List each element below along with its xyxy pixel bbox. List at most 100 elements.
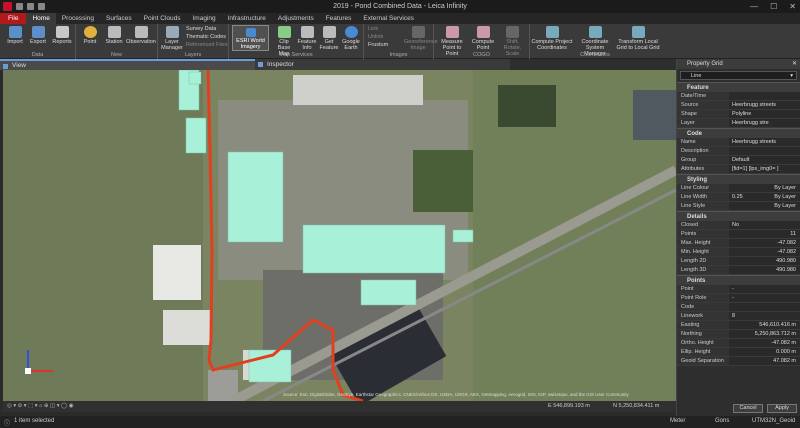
import-button[interactable]: Import	[6, 26, 24, 45]
units-selector[interactable]: Meter	[670, 418, 685, 424]
property-row: Ortho. Height -47.082 m	[677, 339, 800, 348]
minimize-button[interactable]: —	[750, 2, 758, 11]
esri-world-imagery-button[interactable]: ESRI World Imagery	[232, 25, 269, 51]
thematic-codes-button[interactable]: Thematic Codes	[186, 34, 226, 40]
section-styling[interactable]: Styling	[677, 174, 800, 184]
close-button[interactable]: ✕	[789, 2, 796, 11]
map-tools-icon[interactable]: ◎ ▾ ⊘ ▾ ⬚ ▾ ⌂ ⊕ ◫ ▾ ◯ ◉	[7, 403, 74, 409]
property-row: Easting 546,610.416 m	[677, 321, 800, 330]
section-code[interactable]: Code	[677, 128, 800, 138]
property-row: Ellip. Height 0.000 m	[677, 348, 800, 357]
tab-inspector[interactable]: Inspector	[255, 59, 510, 70]
property-row: Shape Polyline	[677, 110, 800, 119]
tab-surfaces[interactable]: Surfaces	[100, 13, 138, 24]
google-earth-button[interactable]: Google Earth	[340, 26, 362, 51]
tab-features[interactable]: Features	[320, 13, 358, 24]
group-layers: Layer Manager Survey Data Thematic Codes…	[158, 24, 229, 59]
feature-info-button[interactable]: Feature Info	[297, 26, 317, 51]
tab-infrastructure[interactable]: Infrastructure	[222, 13, 272, 24]
observation-icon	[134, 26, 148, 38]
property-row: Line Style By Layer	[677, 202, 800, 211]
coordinates-icon	[545, 26, 559, 38]
easting-readout: E 546,899.193 m	[548, 403, 590, 409]
link-button[interactable]: Link	[368, 26, 378, 32]
group-data: Import Export Reports Data	[0, 24, 76, 59]
aerial-imagery	[3, 70, 676, 401]
info-icon	[300, 26, 314, 38]
property-row: Linework 8	[677, 312, 800, 321]
station-icon	[107, 26, 121, 38]
info-icon: ⓘ	[4, 421, 11, 427]
clip-icon	[277, 26, 291, 38]
measure-icon	[445, 26, 459, 38]
angle-units-selector[interactable]: Gons	[715, 418, 729, 424]
tab-adjustments[interactable]: Adjustments	[272, 13, 320, 24]
map-status-bar: ◎ ▾ ⊘ ▾ ⬚ ▾ ⌂ ⊕ ◫ ▾ ◯ ◉ Source: Esri, Di…	[3, 392, 676, 412]
view-icon	[3, 64, 8, 69]
property-row: Line Width 0.25 By Layer	[677, 193, 800, 202]
globe-icon	[245, 28, 256, 37]
property-grid-title: Property Grid ✕	[677, 59, 800, 69]
reports-button[interactable]: Reports	[52, 26, 72, 45]
georeference-image-button[interactable]: Georeference Image	[404, 26, 438, 51]
inspector-icon	[258, 62, 263, 67]
property-row: Source Heerbrugg streets	[677, 101, 800, 110]
property-row: Line Colour By Layer	[677, 184, 800, 193]
selection-count: 1 item selected	[14, 418, 55, 424]
referenced-files-button[interactable]: Referenced Files	[186, 42, 228, 48]
property-row: Max. Height -47.082	[677, 239, 800, 248]
compute-point-button[interactable]: Compute Point	[470, 26, 496, 51]
property-row: Code	[677, 303, 800, 312]
export-button[interactable]: Export	[29, 26, 47, 45]
frustum-button[interactable]: Frustum	[368, 42, 388, 48]
map-attribution: Source: Esri, DigitalGlobe, GeoEye, Eart…	[283, 392, 629, 397]
property-row: Point Role -	[677, 294, 800, 303]
section-details[interactable]: Details	[677, 211, 800, 221]
section-points[interactable]: Points	[677, 275, 800, 285]
property-grid: Property Grid ✕ Line ▾ Feature Date/Time S…	[676, 59, 800, 416]
group-map-services: ESRI World Imagery Clip Base Map Feature…	[229, 24, 364, 59]
title-bar: 2019 - Pond Combined Data - Leica Infini…	[0, 0, 800, 13]
tab-view[interactable]: View	[0, 59, 255, 70]
ribbon: Import Export Reports Data Point Station…	[0, 24, 800, 59]
point-button[interactable]: Point	[80, 26, 100, 45]
view-tabs: View Inspector	[0, 59, 676, 70]
unlink-button[interactable]: Unlink	[368, 34, 383, 40]
survey-data-button[interactable]: Survey Data	[186, 26, 216, 32]
maximize-button[interactable]: ☐	[770, 2, 777, 11]
station-button[interactable]: Station	[103, 26, 125, 45]
layer-manager-button[interactable]: Layer Manager	[161, 26, 183, 51]
tab-imaging[interactable]: Imaging	[187, 13, 222, 24]
group-new: Point Station Observation New	[76, 24, 158, 59]
transform-grid-button[interactable]: Transform Local Grid to Local Grid	[616, 26, 660, 51]
compute-icon	[476, 26, 490, 38]
import-icon	[8, 26, 22, 38]
get-feature-button[interactable]: Get Feature	[319, 26, 339, 51]
export-icon	[31, 26, 45, 38]
point-icon	[83, 26, 97, 38]
group-cogo: Measure Point to Point Compute Point Shi…	[434, 24, 530, 59]
tab-processing[interactable]: Processing	[56, 13, 100, 24]
tab-external-services[interactable]: External Services	[357, 13, 420, 24]
property-row: Group Default	[677, 156, 800, 165]
tab-point-clouds[interactable]: Point Clouds	[138, 13, 187, 24]
group-coordinates: Compute Project Coordinates Coordinate S…	[530, 24, 660, 59]
property-row: Points 11	[677, 230, 800, 239]
section-feature[interactable]: Feature	[677, 82, 800, 92]
map-view[interactable]	[3, 70, 676, 401]
cancel-button[interactable]: Cancel	[733, 404, 763, 413]
tab-home[interactable]: Home	[26, 13, 56, 24]
compute-project-coordinates-button[interactable]: Compute Project Coordinates	[530, 26, 574, 51]
reports-icon	[55, 26, 69, 38]
close-panel-icon[interactable]: ✕	[792, 59, 797, 69]
property-row: Name Heerbrugg streets	[677, 138, 800, 147]
coord-system-icon	[588, 26, 602, 38]
property-row: Point -	[677, 285, 800, 294]
observation-button[interactable]: Observation	[126, 26, 156, 45]
tab-file[interactable]: File	[0, 13, 27, 24]
coordinate-system-selector[interactable]: UTM32N_Geoid	[752, 418, 795, 424]
object-selector[interactable]: Line ▾	[680, 71, 797, 80]
feature-icon	[322, 26, 336, 38]
property-row: Date/Time	[677, 92, 800, 101]
apply-button[interactable]: Apply	[767, 404, 797, 413]
